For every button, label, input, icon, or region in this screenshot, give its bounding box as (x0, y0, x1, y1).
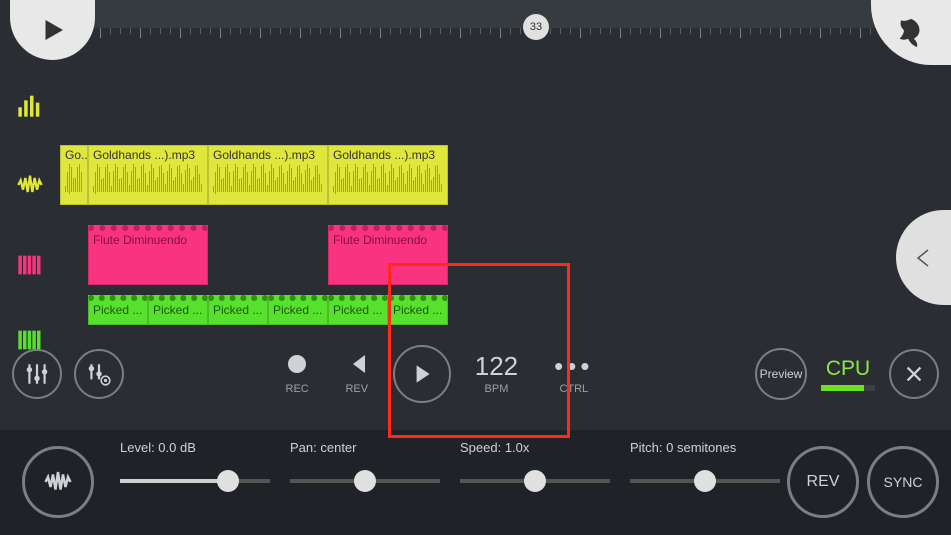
preview-button[interactable]: Preview (755, 348, 807, 400)
pitch-slider[interactable]: Pitch: 0 semitones (630, 440, 780, 483)
clip[interactable]: Picked ... (88, 295, 148, 325)
clip[interactable]: Goldhands ...).mp3 (88, 145, 208, 205)
clip[interactable]: Goldhands ...).mp3 (208, 145, 328, 205)
clip[interactable]: Flute Diminuendo (88, 225, 208, 285)
clip[interactable]: Goldhands ...).mp3 (328, 145, 448, 205)
clip[interactable]: Flute Diminuendo (328, 225, 448, 285)
pan-slider[interactable]: Pan: center (290, 440, 440, 483)
clip-label: Picked ... (93, 303, 143, 317)
rev-toggle[interactable]: REV (787, 446, 859, 518)
clip[interactable]: Picked ... (388, 295, 448, 325)
channel-settings-button[interactable] (74, 349, 124, 399)
sliders-gear-icon (86, 361, 112, 387)
sync-toggle[interactable]: SYNC (867, 446, 939, 518)
piano-icon (16, 251, 44, 279)
clip[interactable]: Picked ... (328, 295, 388, 325)
clip-label: Flute Diminuendo (93, 233, 203, 247)
clip-label: Flute Diminuendo (333, 233, 443, 247)
clip-preview-button[interactable] (22, 446, 94, 518)
clip-label: Picked ... (213, 303, 263, 317)
chevron-left-icon (912, 238, 936, 278)
rewind-button[interactable]: REV (345, 353, 369, 395)
close-icon (903, 363, 925, 385)
clip-label: Picked ... (393, 303, 443, 317)
play-icon (38, 15, 68, 45)
record-icon (286, 353, 308, 375)
speed-slider[interactable]: Speed: 1.0x (460, 440, 610, 483)
clip[interactable]: Picked ... (268, 295, 328, 325)
properties-panel: Level: 0.0 dB Pan: center Speed: 1.0x Pi… (0, 430, 951, 535)
clip-label: Picked ... (333, 303, 383, 317)
bpm-display[interactable]: 122 BPM (475, 353, 518, 395)
waveform-icon (16, 171, 44, 199)
clip-label: Picked ... (273, 303, 323, 317)
waveform-icon (43, 467, 73, 497)
mixer-button[interactable] (12, 349, 62, 399)
play-icon (409, 361, 435, 387)
timeline-ruler[interactable]: 33 (60, 0, 951, 45)
clip[interactable]: Picked ... (208, 295, 268, 325)
track-head-3[interactable] (0, 225, 60, 305)
clip-label: Goldhands ...).mp3 (213, 148, 323, 162)
clip[interactable]: Picked ... (148, 295, 208, 325)
more-icon: ••• (554, 353, 593, 379)
bars-icon (16, 91, 44, 119)
record-button[interactable]: REC (286, 353, 309, 395)
flstudio-logo-icon (894, 16, 928, 50)
clip-label: Go... (65, 148, 83, 162)
clip-label: Goldhands ...).mp3 (93, 148, 203, 162)
close-button[interactable] (889, 349, 939, 399)
transport-bar: REC REV 122 BPM ••• CTRL Preview CPU (0, 344, 951, 404)
playhead-marker[interactable]: 33 (523, 14, 549, 40)
play-button[interactable] (393, 345, 451, 403)
sliders-icon (24, 361, 50, 387)
ctrl-button[interactable]: ••• CTRL (554, 353, 593, 395)
clip-label: Picked ... (153, 303, 203, 317)
level-slider[interactable]: Level: 0.0 dB (120, 440, 270, 483)
track-head-2[interactable] (0, 145, 60, 225)
track-head-1[interactable] (0, 65, 60, 145)
clip[interactable]: Go... (60, 145, 88, 205)
cpu-meter: CPU (821, 357, 875, 391)
clip-label: Goldhands ...).mp3 (333, 148, 443, 162)
playhead-label: 33 (530, 21, 542, 33)
skip-back-icon (345, 353, 369, 375)
